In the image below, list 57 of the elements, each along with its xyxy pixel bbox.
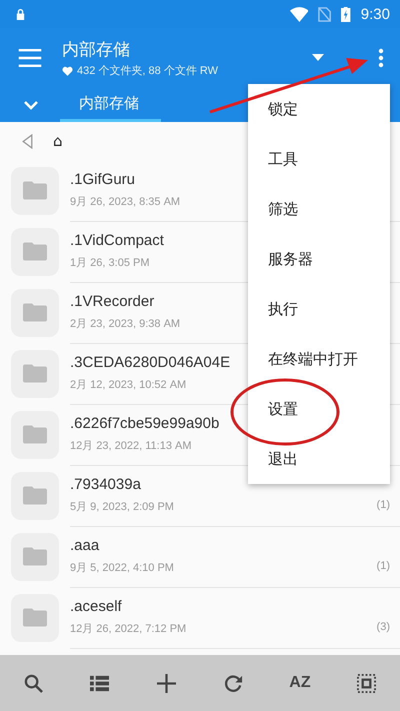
modified-date: 2月 12, 2023, 10:52 AM	[70, 378, 186, 392]
chevron-down-icon[interactable]	[24, 100, 38, 110]
modified-date: 2月 23, 2023, 9:38 AM	[70, 317, 180, 331]
sort-button[interactable]: AZ	[280, 674, 320, 692]
modified-date: 9月 5, 2022, 4:10 PM	[70, 561, 174, 575]
menu-item[interactable]: 在终端中打开	[248, 334, 390, 384]
menu-item[interactable]: 执行	[248, 284, 390, 334]
refresh-icon[interactable]	[224, 674, 243, 692]
heart-icon	[62, 66, 73, 76]
item-count: (1)	[376, 560, 390, 574]
modified-date: 12月 23, 2022, 11:13 AM	[70, 439, 192, 453]
storage-summary: 432 个文件夹, 88 个文件 RW	[77, 64, 218, 78]
item-count: (3)	[376, 621, 390, 635]
modified-date: 5月 9, 2023, 2:09 PM	[70, 500, 174, 514]
file-name: .aceself	[70, 598, 122, 615]
select-all-icon[interactable]	[357, 674, 376, 692]
folder-icon	[23, 425, 47, 444]
clock: 9:30	[360, 6, 390, 22]
folder-icon	[23, 181, 47, 200]
file-name: .6226f7cbe59e99a90b	[70, 415, 220, 432]
lock-icon	[15, 8, 26, 20]
menu-item[interactable]: 锁定	[248, 84, 390, 134]
menu-item[interactable]: 工具	[248, 134, 390, 184]
file-name: .aaa	[70, 537, 100, 554]
more-options-icon[interactable]	[378, 48, 384, 68]
file-name: .7934039a	[70, 476, 141, 493]
file-row[interactable]: .aaa 9月 5, 2022, 4:10 PM (1)	[0, 526, 400, 587]
folder-icon	[23, 547, 47, 566]
search-icon[interactable]	[24, 674, 43, 692]
menu-icon[interactable]	[18, 49, 42, 67]
folder-icon	[23, 608, 47, 627]
home-crumb[interactable]: ⌂	[53, 132, 63, 150]
folder-icon	[23, 486, 47, 505]
no-sim-icon	[318, 6, 332, 22]
app-title: 内部存储	[62, 39, 131, 61]
file-row[interactable]: .aceself 12月 26, 2022, 7:12 PM (3)	[0, 587, 400, 648]
menu-item[interactable]: 服务器	[248, 234, 390, 284]
folder-icon	[23, 364, 47, 383]
file-name: .1VRecorder	[70, 293, 154, 310]
back-icon[interactable]	[22, 134, 33, 148]
modified-date: 1月 26, 3:05 PM	[70, 256, 150, 270]
add-icon[interactable]	[157, 674, 176, 692]
dropdown-icon[interactable]	[312, 54, 324, 62]
modified-date: 12月 26, 2022, 7:12 PM	[70, 622, 186, 636]
file-name: .1VidCompact	[70, 232, 164, 249]
list-icon[interactable]	[90, 674, 110, 692]
folder-icon	[23, 303, 47, 322]
file-name: .3CEDA6280D046A04E	[70, 354, 230, 371]
wifi-icon	[290, 6, 308, 22]
menu-item[interactable]: 设置	[248, 384, 390, 434]
menu-item[interactable]: 退出	[248, 434, 390, 484]
battery-charging-icon	[341, 6, 351, 22]
file-name: .1GifGuru	[70, 171, 136, 188]
folder-icon	[23, 242, 47, 261]
item-count: (1)	[376, 499, 390, 513]
menu-item[interactable]: 筛选	[248, 184, 390, 234]
modified-date: 9月 26, 2023, 8:35 AM	[70, 195, 180, 209]
